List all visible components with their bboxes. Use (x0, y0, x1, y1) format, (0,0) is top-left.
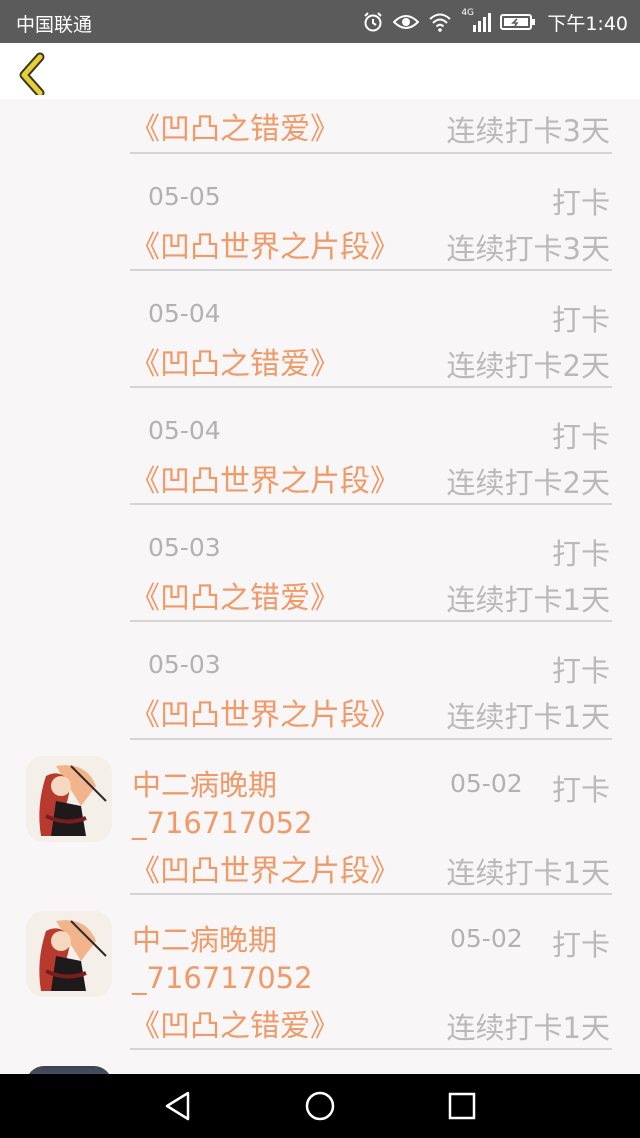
book-title[interactable]: 《凹凸世界之片段》 (130, 690, 400, 734)
avatar[interactable] (26, 1066, 112, 1074)
record-action: 打卡 (551, 537, 610, 571)
list-item[interactable]: 《凹凸之错爱》 连续打卡3天 (0, 99, 640, 154)
streak-text: 连续打卡2天 (446, 349, 610, 383)
status-icons: 4G 下午1:40 (362, 8, 628, 35)
streak-text: 连续打卡1天 (446, 1011, 610, 1045)
username[interactable]: 中二病晚期 (132, 921, 277, 959)
book-title[interactable]: 《凹凸之错爱》 (130, 339, 340, 383)
nav-back-button[interactable] (160, 1088, 196, 1124)
book-title[interactable]: 《凹凸世界之片段》 (130, 846, 400, 890)
record-cell: 中二病晚期 _716717052 05-02 打卡 《凹凸之错爱》 连续打卡1天 (130, 895, 612, 1050)
avatar[interactable] (26, 911, 112, 997)
back-button[interactable] (12, 51, 56, 98)
checkin-record-list[interactable]: 《凹凸之错爱》 连续打卡3天 05-05 打卡 《凹凸世界之片段》 连续打卡3天… (0, 99, 640, 1074)
record-date: 05-03 (148, 533, 221, 562)
record-date: 05-05 (148, 182, 221, 211)
recents-square-icon (448, 1092, 476, 1120)
book-title[interactable]: 《凹凸世界之片段》 (130, 222, 400, 266)
username-id[interactable]: _716717052 (132, 804, 313, 842)
streak-text: 连续打卡2天 (446, 466, 610, 500)
username-id[interactable]: _716717052 (132, 959, 313, 997)
status-bar: 中国联通 4G 下午1:40 (0, 0, 640, 43)
nav-home-button[interactable] (302, 1088, 338, 1124)
app-header (0, 43, 640, 99)
signal-strength-icon: 4G (461, 8, 492, 33)
eye-icon (393, 15, 420, 29)
record-action: 打卡 (551, 654, 610, 688)
system-nav-bar (0, 1074, 640, 1138)
record-action: 打卡 (551, 773, 610, 807)
record-cell: 05-04 打卡 《凹凸世界之片段》 连续打卡2天 (130, 388, 612, 505)
book-title[interactable]: 《凹凸之错爱》 (130, 104, 340, 148)
record-cell: 05-04 打卡 《凹凸之错爱》 连续打卡2天 (130, 271, 612, 388)
list-item[interactable]: 05-04 打卡 《凹凸世界之片段》 连续打卡2天 (0, 388, 640, 505)
list-item[interactable]: 05-03 打卡 《凹凸之错爱》 连续打卡1天 (0, 505, 640, 622)
anime-character-avatar-image (26, 911, 112, 997)
book-title[interactable]: 《凹凸世界之片段》 (130, 456, 400, 500)
streak-text: 连续打卡1天 (446, 583, 610, 617)
list-item[interactable]: 05-04 打卡 《凹凸之错爱》 连续打卡2天 (0, 271, 640, 388)
record-cell: 05-03 打卡 《凹凸世界之片段》 连续打卡1天 (130, 622, 612, 740)
record-date: 05-04 (148, 299, 221, 328)
list-item[interactable]: 中二病晚期 _716717052 05-02 打卡 《凹凸世界之片段》 连续打卡… (0, 740, 640, 895)
streak-text: 连续打卡3天 (446, 232, 610, 266)
record-cell: 中二病晚期 _716717052 05-02 打卡 《凹凸世界之片段》 连续打卡… (130, 740, 612, 895)
alarm-icon (364, 12, 383, 32)
record-cell: 《凹凸之错爱》 连续打卡3天 (130, 99, 612, 154)
record-action: 打卡 (551, 928, 610, 962)
wifi-icon (429, 13, 451, 32)
carrier-name: 中国联通 (16, 14, 93, 36)
nav-recents-button[interactable] (444, 1088, 480, 1124)
record-date: 05-04 (148, 416, 221, 445)
record-date: 05-02 (450, 769, 523, 798)
record-date: 05-03 (148, 650, 221, 679)
record-cell: 05-03 打卡 《凹凸之错爱》 连续打卡1天 (130, 505, 612, 622)
list-item[interactable]: 05-03 打卡 《凹凸世界之片段》 连续打卡1天 (0, 622, 640, 740)
record-cell: 05-05 打卡 《凹凸世界之片段》 连续打卡3天 (130, 154, 612, 271)
streak-text: 连续打卡1天 (446, 700, 610, 734)
record-action: 打卡 (551, 186, 610, 220)
book-title[interactable]: 《凹凸之错爱》 (130, 573, 340, 617)
avatar[interactable] (26, 756, 112, 842)
record-action: 打卡 (551, 303, 610, 337)
home-circle-icon (305, 1091, 335, 1121)
chevron-left-icon (19, 52, 45, 98)
anime-character-avatar-image (26, 756, 112, 842)
back-triangle-icon (165, 1091, 190, 1121)
clock: 下午1:40 (547, 12, 628, 35)
streak-text: 连续打卡1天 (446, 856, 610, 890)
list-item[interactable]: 05-05 打卡 《凹凸世界之片段》 连续打卡3天 (0, 154, 640, 271)
book-title[interactable]: 《凹凸之错爱》 (130, 1001, 340, 1045)
streak-text: 连续打卡3天 (446, 114, 610, 148)
record-action: 打卡 (551, 420, 610, 454)
list-item[interactable]: 中二病晚期 _716717052 05-02 打卡 《凹凸之错爱》 连续打卡1天 (0, 895, 640, 1050)
record-date: 05-02 (450, 924, 523, 953)
battery-icon (500, 14, 536, 30)
username[interactable]: 中二病晚期 (132, 766, 277, 804)
